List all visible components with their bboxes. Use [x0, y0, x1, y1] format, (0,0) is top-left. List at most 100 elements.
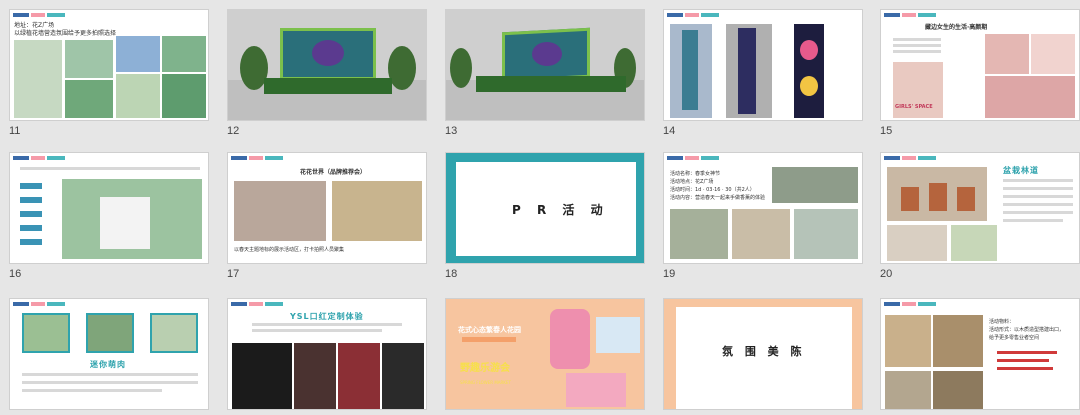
slide-number: 16 — [9, 268, 22, 280]
text-line — [893, 38, 941, 41]
photo — [382, 343, 424, 409]
photo — [232, 343, 292, 409]
pillar — [738, 28, 756, 114]
text-line — [22, 389, 162, 392]
text-line — [22, 381, 198, 384]
slide-preview: 氛 围 美 陈 — [663, 298, 863, 410]
slide-text: 以绿植花墙营造氛围给予更多拍照选择 — [14, 30, 117, 37]
slide-text: 地址：花Z广场 — [14, 22, 55, 29]
slide-sorter-grid: 地址：花Z广场 以绿植花墙营造氛围给予更多拍照选择 11 12 13 14 藏边… — [0, 0, 1080, 415]
text-line — [252, 329, 382, 332]
slide-title: 野趣乐游会 — [460, 363, 510, 374]
photo — [116, 74, 160, 118]
text-line — [1003, 219, 1063, 222]
photo — [65, 40, 113, 78]
illustration — [550, 309, 590, 369]
flower-pot — [957, 187, 975, 211]
slide-preview: 活动名称：春季女神节 活动地点：花Z广场 活动时间：1d · 03·16 · 3… — [663, 152, 863, 264]
photo — [150, 313, 198, 353]
slide-subtitle: SPRING FLOWER MARKET — [460, 380, 511, 385]
photo — [65, 80, 113, 118]
photo — [86, 313, 134, 353]
photo — [951, 225, 997, 261]
photo — [22, 313, 70, 353]
text-line — [1003, 187, 1073, 190]
slide-header-tags — [884, 302, 936, 307]
flower-pot — [929, 183, 947, 211]
text-line — [22, 373, 198, 376]
slide-title: 藏边女生的生活·高颜期 — [925, 24, 988, 31]
highlight-line — [997, 367, 1053, 370]
slide-header-tags — [667, 156, 719, 161]
photo — [162, 36, 206, 72]
text-line — [1003, 195, 1073, 198]
slide-header-tags — [884, 13, 936, 18]
slide-preview: 盆栽林道 — [880, 152, 1080, 264]
photo-sign: GIRLS' SPACE — [895, 104, 933, 110]
slide-number: 20 — [880, 268, 893, 280]
highlight-line — [997, 351, 1057, 354]
slide-header-tags — [667, 13, 719, 18]
slide-title: 花花世界（品牌推荐会） — [300, 169, 367, 176]
pillar-design — [794, 24, 824, 118]
slide-text: 活动内容：营造春天一起来手做香薰的体验 — [670, 195, 766, 201]
text-line — [1003, 203, 1073, 206]
slide-preview: P R 活 动 — [445, 152, 645, 264]
hedge — [476, 76, 626, 92]
photo — [794, 209, 858, 259]
slide-text: 活动时间：1d · 03·16 · 30（共2人） — [670, 187, 755, 193]
stage-emblem — [532, 42, 562, 66]
photo — [985, 34, 1029, 74]
slide-preview — [9, 152, 209, 264]
photo — [234, 181, 326, 241]
text-line — [1003, 179, 1073, 182]
photo — [772, 167, 858, 203]
slide-title: YSL口红定制体验 — [290, 312, 364, 321]
flow-step — [20, 197, 42, 203]
photo — [294, 343, 336, 409]
hedge — [264, 78, 392, 94]
slide-preview: 藏边女生的生活·高颜期 GIRLS' SPACE — [880, 9, 1080, 121]
flower-pot — [901, 187, 919, 211]
slide-number: 15 — [880, 125, 893, 137]
slide-text: 活动物料： — [989, 319, 1015, 325]
slide-number: 19 — [663, 268, 676, 280]
photo — [885, 315, 931, 367]
photo — [670, 209, 728, 259]
slide-text: 活动形式：以木质造型搭建出口， — [989, 327, 1065, 333]
slide-preview: 活动物料： 活动形式：以木质造型搭建出口， 给予更多零售业者空间 — [880, 298, 1080, 410]
photo — [116, 36, 160, 72]
slide-number: 14 — [663, 125, 676, 137]
highlight-line — [997, 359, 1049, 362]
photo — [933, 315, 983, 367]
slide-preview — [445, 9, 645, 121]
slide-number: 17 — [227, 268, 240, 280]
photo — [933, 371, 983, 409]
slide-text: 给予更多零售业者空间 — [989, 335, 1040, 341]
text-band — [462, 337, 516, 342]
text-line — [252, 323, 402, 326]
slide-preview: 地址：花Z广场 以绿植花墙营造氛围给予更多拍照选择 — [9, 9, 209, 121]
photo — [887, 225, 947, 261]
slide-title: 迷你萌肉 — [90, 360, 126, 369]
tree — [450, 48, 472, 88]
photo — [885, 371, 931, 409]
text-line — [20, 167, 200, 170]
photo — [332, 181, 422, 241]
slide-preview: 迷你萌肉 — [9, 298, 209, 410]
flow-step — [20, 239, 42, 245]
photo — [985, 76, 1075, 118]
slide-text: 活动名称：春季女神节 — [670, 171, 721, 177]
illustration — [596, 317, 640, 353]
slide-number: 11 — [9, 125, 21, 137]
slide-header-tags — [13, 13, 65, 18]
flower-graphic — [800, 76, 818, 96]
slide-preview: 花式心态繁春人花园 野趣乐游会 SPRING FLOWER MARKET — [445, 298, 645, 410]
illustration — [566, 373, 626, 407]
stage-emblem — [312, 40, 344, 66]
slide-caption: 以春天主题地标的展示活动区，打卡拍照人员聚集 — [234, 247, 345, 253]
slide-header-tags — [13, 156, 65, 161]
text-line — [893, 44, 941, 47]
flower-graphic — [800, 40, 818, 60]
tree — [388, 46, 416, 90]
